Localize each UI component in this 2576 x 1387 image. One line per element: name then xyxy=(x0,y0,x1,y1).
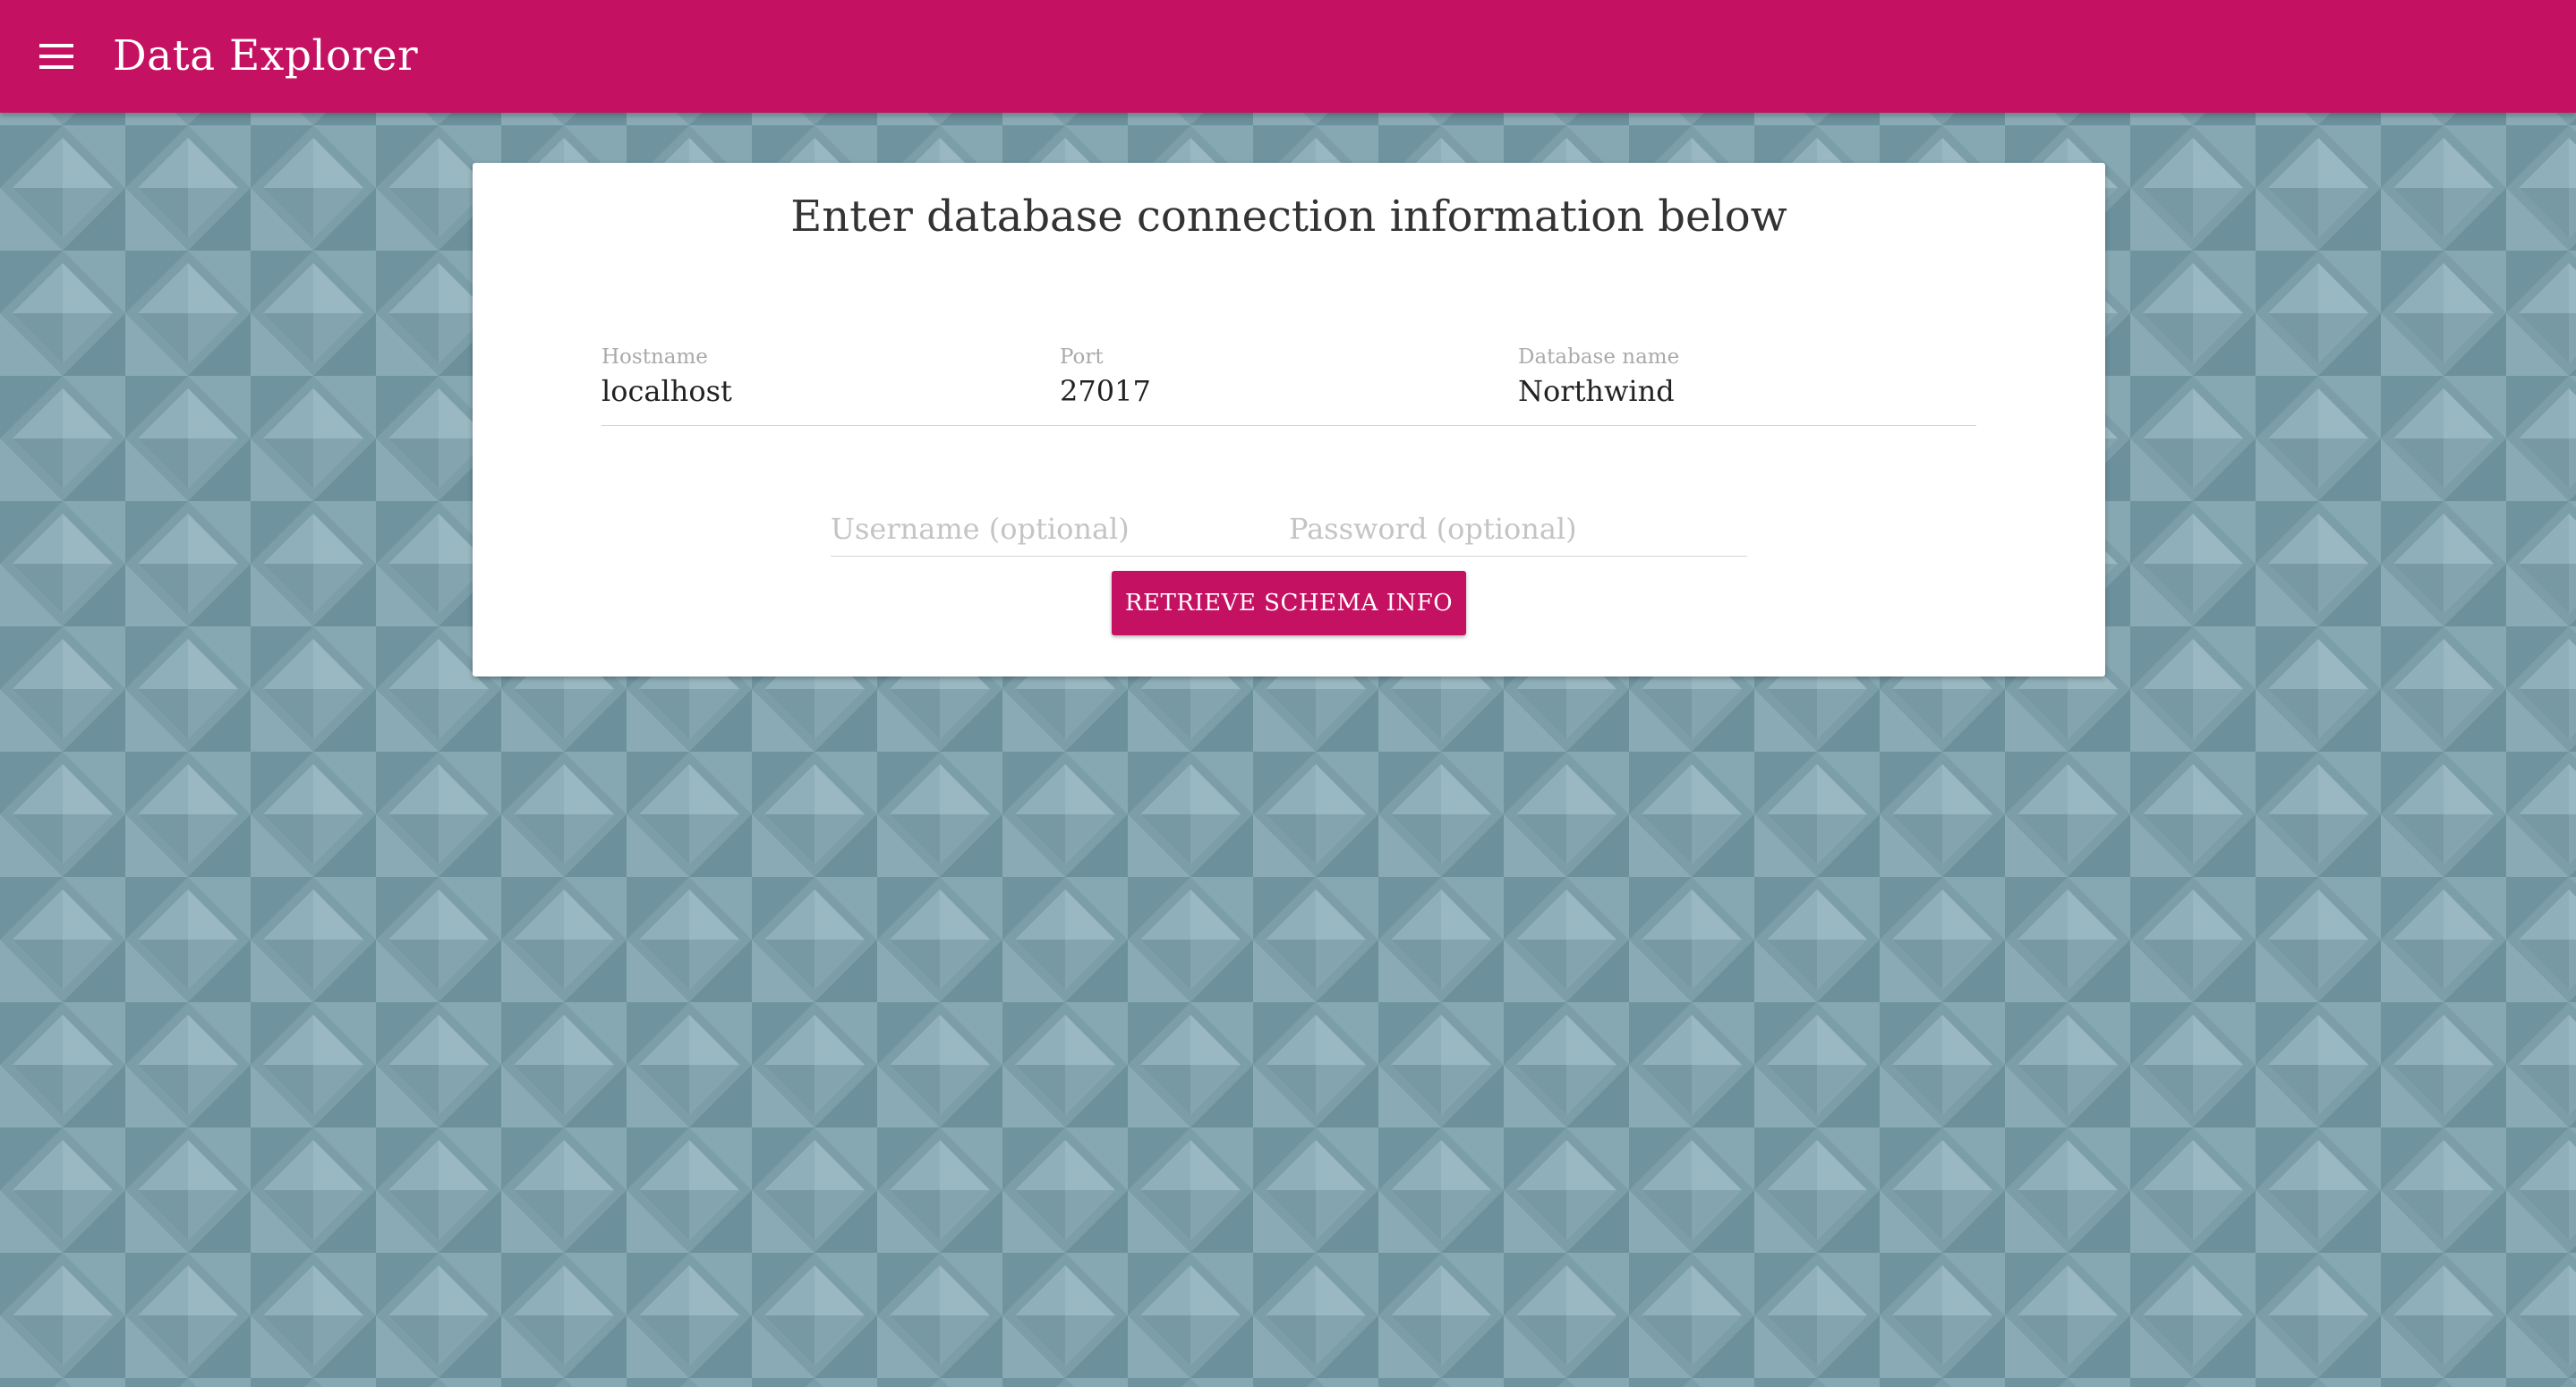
password-field xyxy=(1289,503,1747,557)
database-name-underline xyxy=(1518,425,1976,426)
database-name-label: Database name xyxy=(1518,345,1680,369)
database-name-field[interactable]: Database name Northwind xyxy=(1518,345,1976,426)
connection-card: Enter database connection information be… xyxy=(473,163,2105,676)
username-field xyxy=(831,503,1289,557)
password-underline xyxy=(1289,556,1747,557)
database-name-value[interactable]: Northwind xyxy=(1518,374,1675,408)
port-underline xyxy=(1060,425,1518,426)
password-input[interactable] xyxy=(1289,503,1736,555)
username-underline xyxy=(831,556,1289,557)
menu-button[interactable] xyxy=(23,27,90,86)
port-field[interactable]: Port 27017 xyxy=(1060,345,1518,426)
hamburger-menu-icon xyxy=(39,44,73,69)
hostname-label: Hostname xyxy=(601,345,708,369)
app-bar: Data Explorer xyxy=(0,0,2576,113)
username-input[interactable] xyxy=(831,503,1278,555)
port-label: Port xyxy=(1060,345,1104,369)
app-title: Data Explorer xyxy=(113,31,419,81)
hostname-field[interactable]: Hostname localhost xyxy=(601,345,1060,426)
retrieve-schema-button[interactable]: RETRIEVE SCHEMA INFO xyxy=(1112,571,1466,635)
hostname-value[interactable]: localhost xyxy=(601,374,732,408)
card-heading: Enter database connection information be… xyxy=(790,191,1787,242)
port-value[interactable]: 27017 xyxy=(1060,374,1151,408)
hostname-underline xyxy=(601,425,1060,426)
